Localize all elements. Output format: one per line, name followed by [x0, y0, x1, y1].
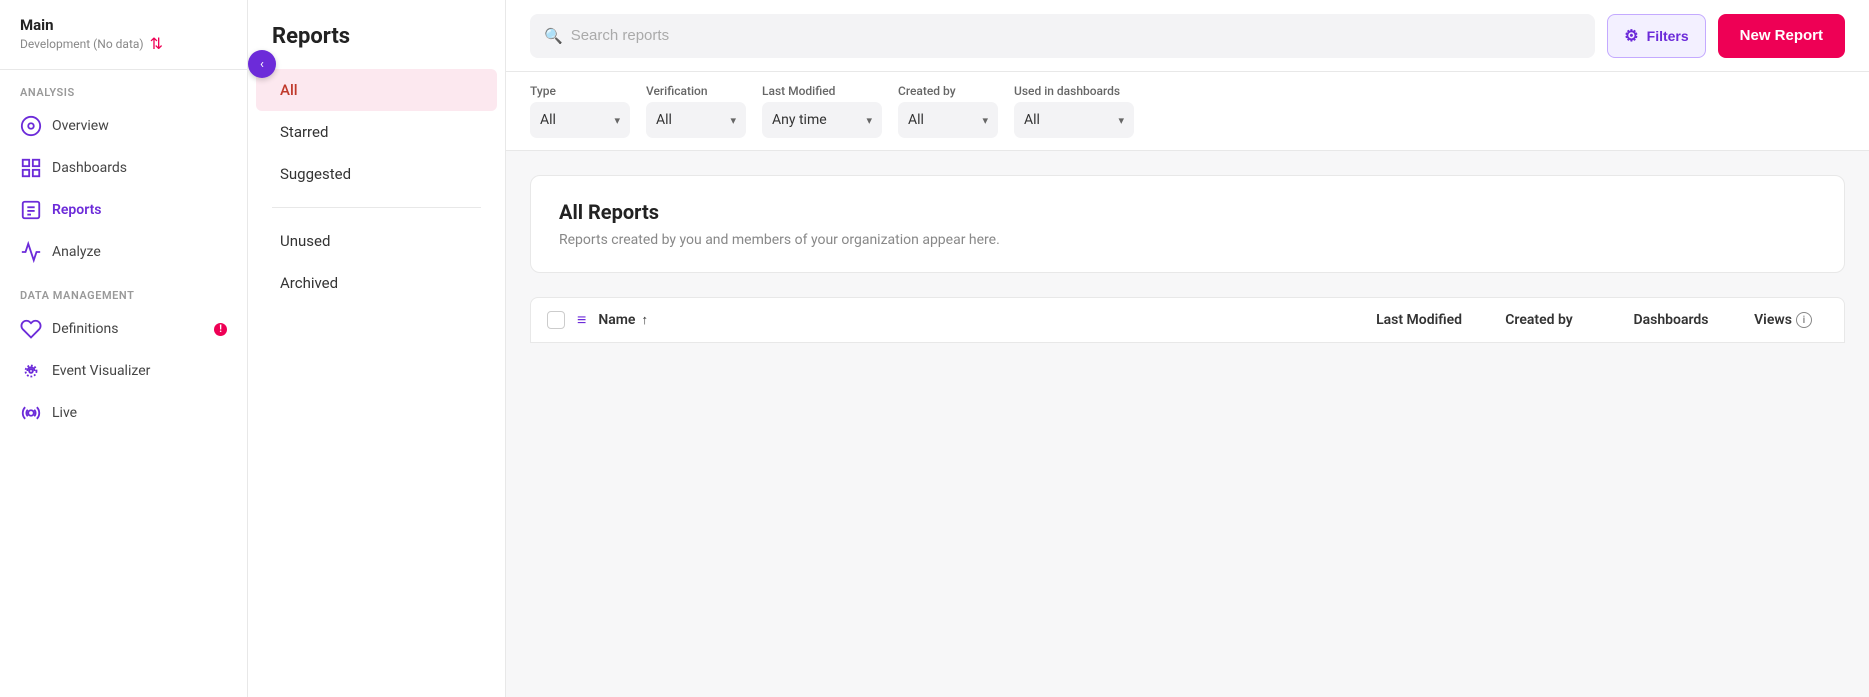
filter-type-value: All [540, 112, 606, 128]
new-report-button[interactable]: New Report [1718, 14, 1845, 58]
col-dashboards[interactable]: Dashboards [1616, 312, 1726, 328]
filter-group-created-by: Created by All ▾ [898, 84, 998, 138]
col-views[interactable]: Views i [1738, 312, 1828, 328]
filter-verification-select[interactable]: All ▾ [646, 102, 746, 138]
analyze-icon [20, 241, 42, 263]
content-body: All Reports Reports created by you and m… [506, 151, 1869, 697]
sidebar-item-analyze[interactable]: Analyze [0, 231, 247, 273]
sidebar: Main Development (No data) ⇅ Analysis Ov… [0, 0, 248, 697]
search-box: 🔍 [530, 14, 1595, 58]
reports-panel-title: Reports [248, 24, 505, 69]
filter-verification-value: All [656, 112, 722, 128]
all-reports-description: Reports created by you and members of yo… [559, 232, 1816, 248]
overview-label: Overview [52, 118, 109, 134]
views-info-icon[interactable]: i [1796, 312, 1812, 328]
col-name[interactable]: Name ↑ [598, 312, 1290, 328]
filter-last-modified-chevron: ▾ [866, 114, 872, 127]
col-name-label: Name [598, 312, 635, 328]
collapse-button[interactable]: ‹ [248, 50, 276, 78]
filter-divider [272, 207, 481, 208]
sort-icon[interactable]: ≡ [577, 310, 586, 330]
reports-panel: Reports All Starred Suggested Unused Arc… [248, 0, 506, 697]
main-wrapper: ‹ Reports All Starred Suggested Unused A… [248, 0, 1869, 697]
filter-group-last-modified: Last Modified Any time ▾ [762, 84, 882, 138]
filter-group-verification: Verification All ▾ [646, 84, 746, 138]
reports-label: Reports [52, 202, 102, 218]
event-visualizer-icon [20, 360, 42, 382]
live-label: Live [52, 405, 77, 421]
select-all-checkbox[interactable] [547, 311, 565, 329]
filter-bar: Type All ▾ Verification All ▾ Last Modif… [506, 72, 1869, 151]
filters-label: Filters [1647, 28, 1689, 44]
topbar: 🔍 ⚙ Filters New Report [506, 0, 1869, 72]
filter-starred[interactable]: Starred [256, 111, 497, 153]
filter-created-by-chevron: ▾ [982, 114, 988, 127]
app-name: Main [20, 16, 227, 34]
filter-archived[interactable]: Archived [256, 262, 497, 304]
filters-sliders-icon: ⚙ [1624, 26, 1638, 46]
filter-group-used-in-dashboards: Used in dashboards All ▾ [1014, 84, 1134, 138]
col-views-label: Views [1754, 312, 1792, 328]
filter-suggested[interactable]: Suggested [256, 153, 497, 195]
filter-type-label: Type [530, 84, 630, 98]
reports-icon [20, 199, 42, 221]
filter-last-modified-select[interactable]: Any time ▾ [762, 102, 882, 138]
filter-used-in-dashboards-select[interactable]: All ▾ [1014, 102, 1134, 138]
all-reports-title: All Reports [559, 200, 1816, 224]
filter-used-in-dashboards-label: Used in dashboards [1014, 84, 1134, 98]
filter-used-in-dashboards-chevron: ▾ [1118, 114, 1124, 127]
col-last-modified[interactable]: Last Modified [1302, 312, 1462, 328]
live-icon [20, 402, 42, 424]
filters-button[interactable]: ⚙ Filters [1607, 14, 1705, 58]
filter-last-modified-label: Last Modified [762, 84, 882, 98]
definitions-badge: ! [214, 323, 227, 336]
definitions-icon [20, 318, 42, 340]
search-input[interactable] [571, 27, 1582, 44]
overview-icon [20, 115, 42, 137]
definitions-label: Definitions [52, 321, 118, 337]
col-name-sort-arrow: ↑ [641, 312, 648, 328]
dashboards-label: Dashboards [52, 160, 127, 176]
dashboards-icon [20, 157, 42, 179]
table-header: ≡ Name ↑ Last Modified Created by Dashbo… [530, 297, 1845, 343]
sidebar-item-dashboards[interactable]: Dashboards [0, 147, 247, 189]
app-subtitle: Development (No data) ⇅ [20, 34, 227, 53]
analyze-label: Analyze [52, 244, 101, 260]
app-sub-text: Development (No data) [20, 37, 144, 51]
filter-type-select[interactable]: All ▾ [530, 102, 630, 138]
event-visualizer-label: Event Visualizer [52, 363, 150, 379]
section-label-data-management: Data Management [0, 273, 247, 308]
col-created-by[interactable]: Created by [1474, 312, 1604, 328]
sidebar-item-event-visualizer[interactable]: Event Visualizer [0, 350, 247, 392]
filter-unused[interactable]: Unused [256, 220, 497, 262]
filter-group-type: Type All ▾ [530, 84, 630, 138]
sidebar-item-overview[interactable]: Overview [0, 105, 247, 147]
filter-created-by-select[interactable]: All ▾ [898, 102, 998, 138]
search-icon: 🔍 [544, 27, 563, 45]
filter-verification-chevron: ▾ [730, 114, 736, 127]
sidebar-header: Main Development (No data) ⇅ [0, 0, 247, 70]
filter-all[interactable]: All [256, 69, 497, 111]
filter-created-by-label: Created by [898, 84, 998, 98]
sidebar-item-live[interactable]: Live [0, 392, 247, 434]
filter-type-chevron: ▾ [614, 114, 620, 127]
section-label-analysis: Analysis [0, 70, 247, 105]
filter-created-by-value: All [908, 112, 974, 128]
filter-verification-label: Verification [646, 84, 746, 98]
swap-icon[interactable]: ⇅ [150, 34, 163, 53]
filter-last-modified-value: Any time [772, 112, 858, 128]
sidebar-item-reports[interactable]: Reports [0, 189, 247, 231]
filter-used-in-dashboards-value: All [1024, 112, 1110, 128]
all-reports-card: All Reports Reports created by you and m… [530, 175, 1845, 273]
content-area: 🔍 ⚙ Filters New Report Type All ▾ Verifi… [506, 0, 1869, 697]
sidebar-item-definitions[interactable]: Definitions ! [0, 308, 247, 350]
